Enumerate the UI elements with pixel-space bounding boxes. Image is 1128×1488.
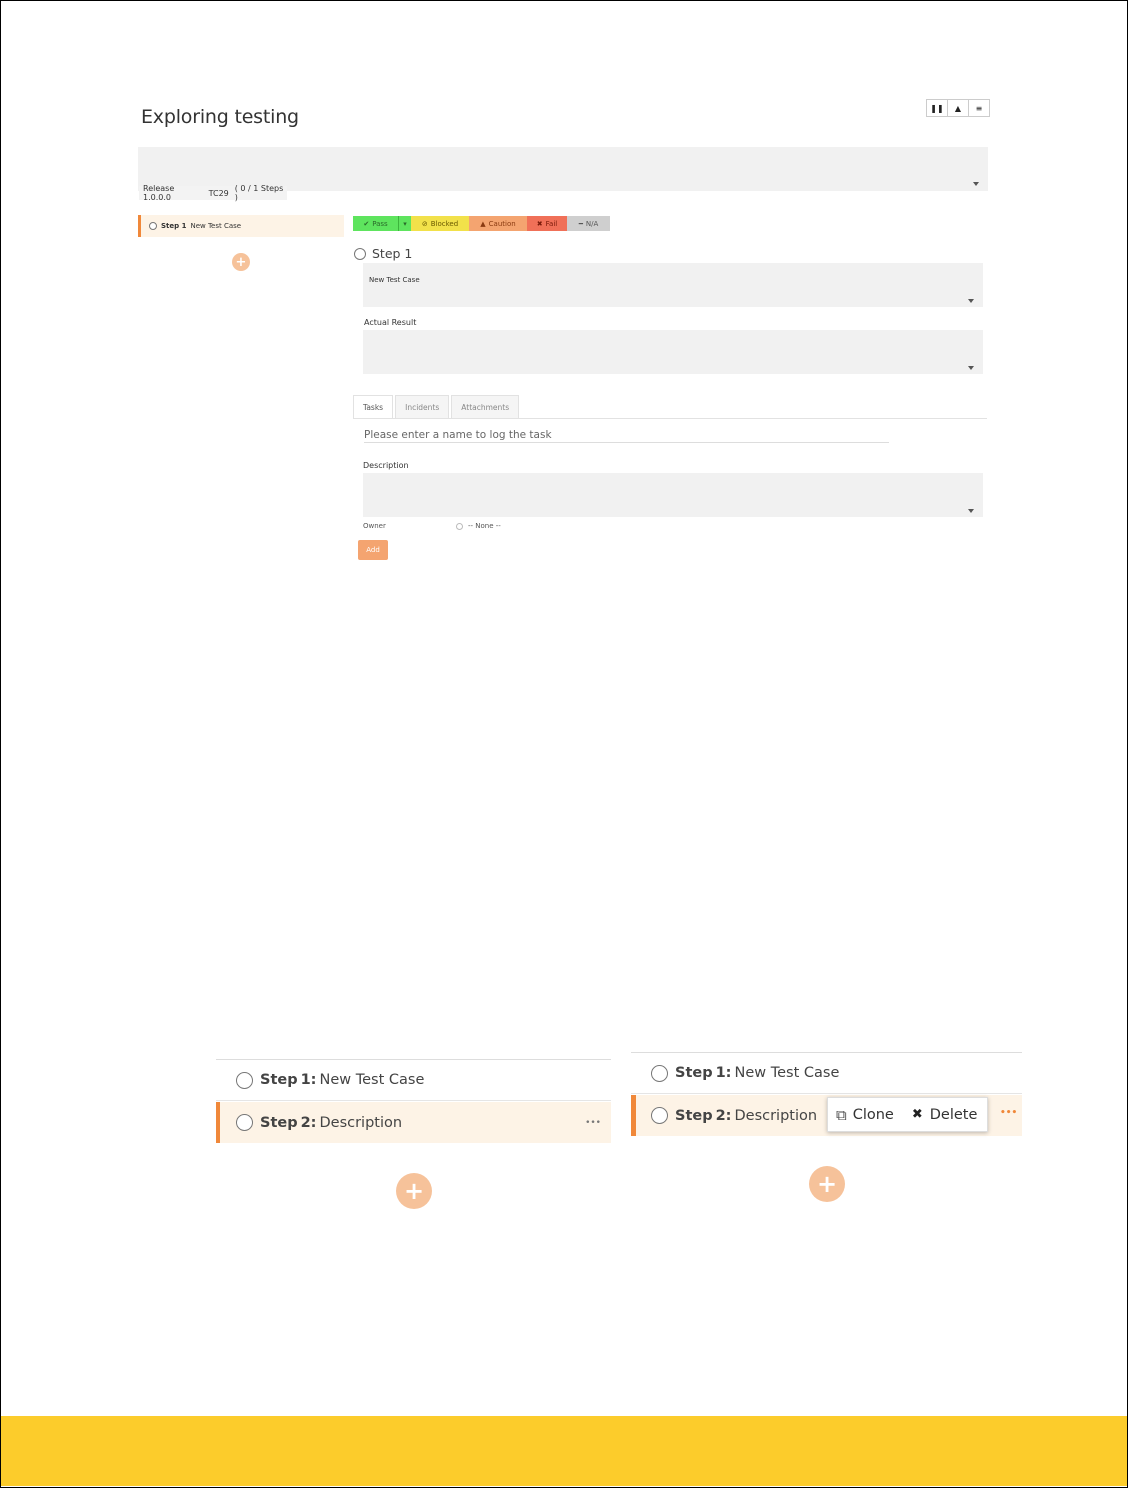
release-label: Release 1.0.0.0 bbox=[143, 184, 175, 202]
radio-icon[interactable] bbox=[149, 222, 157, 230]
radio-icon[interactable] bbox=[456, 522, 463, 530]
caution-button[interactable]: ▲ Caution bbox=[469, 216, 527, 231]
add-step-button[interactable]: + bbox=[809, 1166, 845, 1202]
na-button[interactable]: ━ N/A bbox=[567, 216, 610, 231]
plus-icon: + bbox=[816, 1170, 838, 1198]
radio-icon[interactable] bbox=[354, 247, 366, 260]
delete-button[interactable]: ✖ Delete bbox=[912, 1107, 978, 1123]
step-description-editor[interactable]: New Test Case bbox=[363, 263, 983, 307]
close-icon: ✖ bbox=[911, 1107, 923, 1122]
pause-columns-icon[interactable]: ❚❚ bbox=[926, 99, 948, 117]
tab-attachments[interactable]: Attachments bbox=[451, 395, 520, 418]
test-case-id: TC29 bbox=[208, 188, 229, 198]
tab-incidents[interactable]: Incidents bbox=[395, 395, 450, 418]
step-row-1[interactable]: Step 1: New Test Case bbox=[631, 1053, 1022, 1094]
footer-band bbox=[1, 1416, 1127, 1486]
radio-icon[interactable] bbox=[236, 1071, 253, 1089]
step-list-item[interactable]: Step 1 New Test Case bbox=[138, 215, 344, 237]
fail-button[interactable]: ✖ Fail bbox=[527, 216, 567, 231]
add-step-button[interactable]: + bbox=[232, 253, 250, 271]
chevron-down-icon[interactable] bbox=[968, 509, 974, 513]
plus-icon: + bbox=[235, 254, 247, 270]
step-list-item-label: Step 1 bbox=[161, 222, 187, 230]
chevron-down-icon[interactable] bbox=[968, 366, 974, 370]
step-heading: Step 1 bbox=[354, 246, 412, 261]
step-actions-popup: ⧉ Clone ✖ Delete bbox=[827, 1097, 988, 1132]
status-bar: ✔ Pass ▾ ⊘ Blocked ▲ Caution ✖ Fail ━ N/A bbox=[353, 216, 610, 231]
step-row-2[interactable]: Step 2: Description ••• bbox=[216, 1102, 611, 1143]
check-icon: ✔ bbox=[363, 219, 370, 228]
info-bar: Release 1.0.0.0 TC29 ( 0 / 1 Steps ) bbox=[139, 184, 287, 202]
radio-icon[interactable] bbox=[651, 1064, 668, 1082]
blocked-icon: ⊘ bbox=[421, 219, 428, 228]
blocked-button[interactable]: ⊘ Blocked bbox=[411, 216, 469, 231]
step-description-value: New Test Case bbox=[369, 276, 420, 284]
minus-icon: ━ bbox=[578, 219, 583, 228]
caret-down-icon: ▾ bbox=[403, 219, 407, 228]
eject-icon[interactable]: ▲ bbox=[947, 99, 969, 117]
chevron-down-icon[interactable] bbox=[968, 299, 974, 303]
page-title: Exploring testing bbox=[141, 106, 299, 128]
radio-icon[interactable] bbox=[236, 1114, 253, 1131]
steps-count: ( 0 / 1 Steps ) bbox=[234, 184, 284, 202]
chevron-down-icon[interactable] bbox=[973, 182, 979, 186]
warning-icon: ▲ bbox=[480, 219, 486, 228]
actual-result-editor[interactable] bbox=[363, 330, 983, 374]
tabs-divider bbox=[353, 418, 987, 419]
view-toggle: ❚❚ ▲ ≡ bbox=[926, 99, 990, 117]
pass-button[interactable]: ✔ Pass bbox=[353, 216, 398, 231]
clone-button[interactable]: ⧉ Clone bbox=[828, 1106, 894, 1124]
owner-label: Owner bbox=[363, 522, 386, 530]
pass-dropdown-button[interactable]: ▾ bbox=[398, 216, 411, 231]
task-name-input[interactable]: Please enter a name to log the task bbox=[364, 423, 889, 443]
list-icon[interactable]: ≡ bbox=[968, 99, 990, 117]
add-task-button[interactable]: Add bbox=[358, 540, 388, 560]
actual-result-label: Actual Result bbox=[364, 318, 417, 327]
task-description-editor[interactable] bbox=[363, 473, 983, 517]
add-step-button[interactable]: + bbox=[396, 1173, 432, 1209]
step-list-item-text: New Test Case bbox=[190, 222, 242, 230]
owner-select[interactable]: -- None -- bbox=[456, 522, 501, 530]
description-label: Description bbox=[363, 461, 409, 470]
step-row-1[interactable]: Step 1: New Test Case bbox=[216, 1060, 611, 1101]
tabs: Tasks Incidents Attachments bbox=[353, 395, 521, 418]
close-icon: ✖ bbox=[536, 219, 543, 228]
radio-icon[interactable] bbox=[651, 1107, 668, 1124]
more-options-icon[interactable]: ••• bbox=[585, 1118, 601, 1128]
copy-icon: ⧉ bbox=[836, 1105, 847, 1124]
more-options-icon[interactable]: ••• bbox=[1000, 1108, 1017, 1118]
tab-tasks[interactable]: Tasks bbox=[353, 395, 394, 418]
plus-icon: + bbox=[403, 1177, 425, 1205]
